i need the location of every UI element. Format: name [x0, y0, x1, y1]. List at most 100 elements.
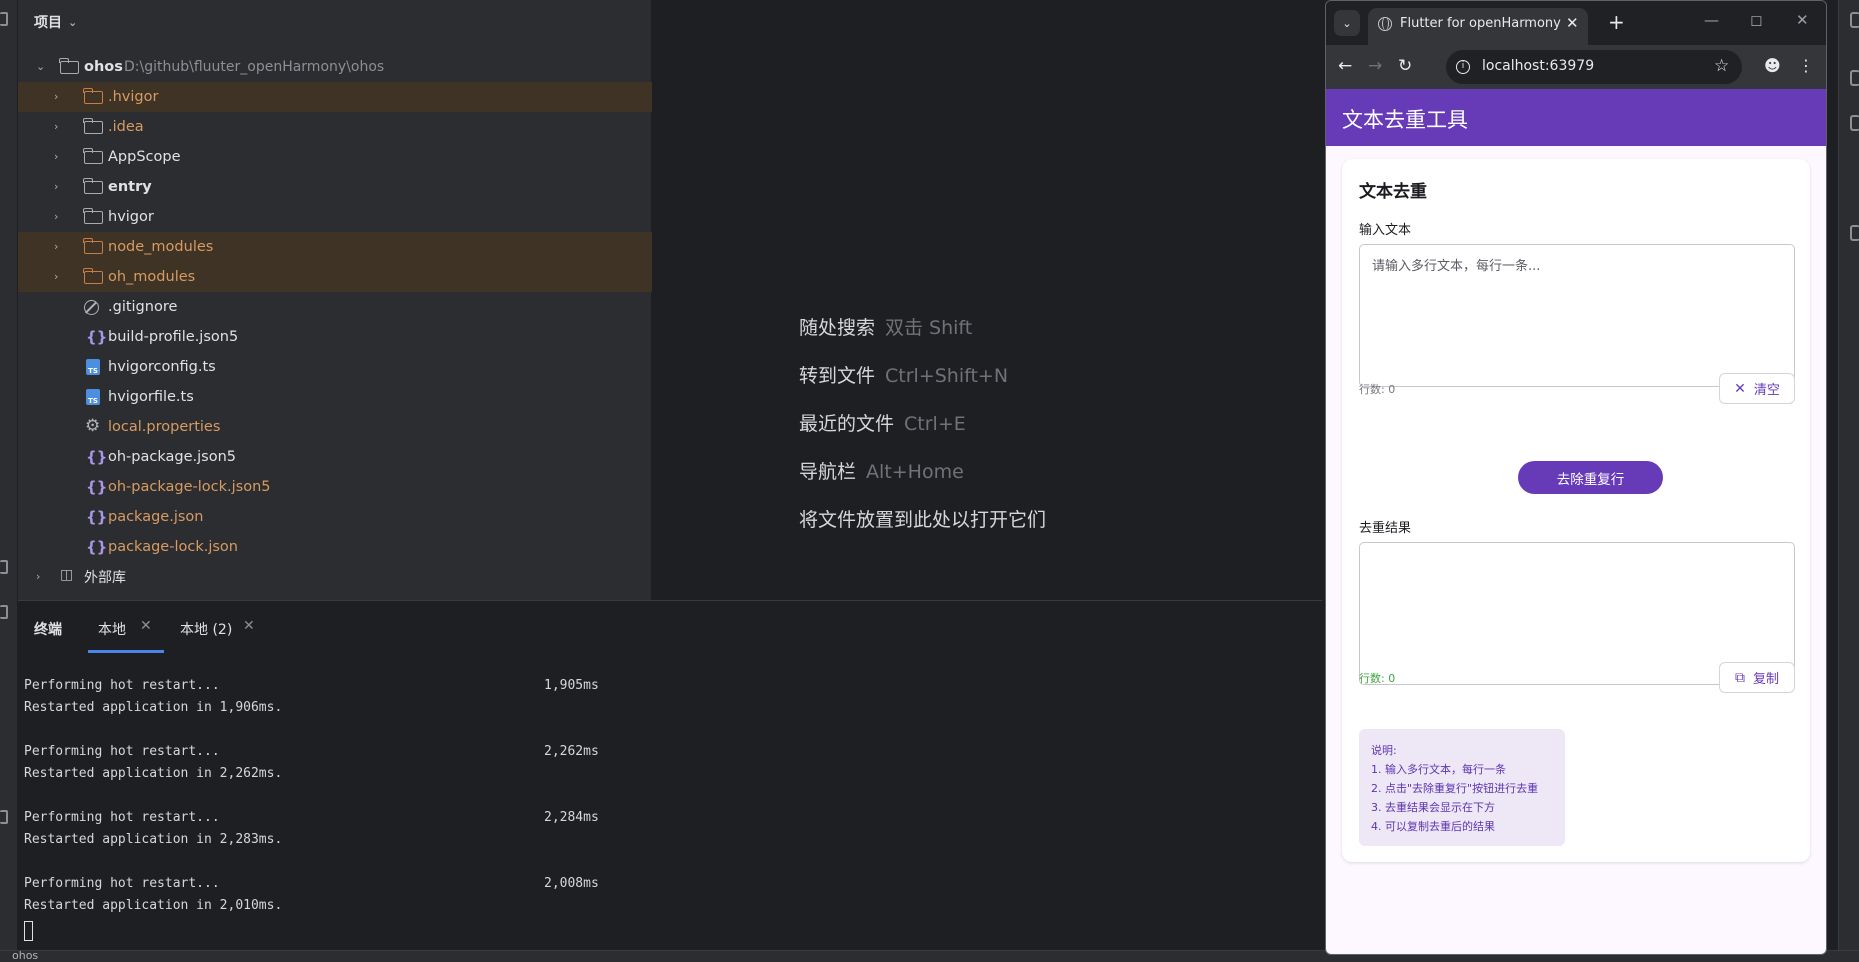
- root-name: ohos: [84, 59, 123, 75]
- chevron-right-icon[interactable]: ›: [54, 121, 64, 132]
- terminal-time: 1,905ms: [544, 678, 599, 693]
- tree-item-label: hvigor: [108, 209, 154, 225]
- excluded-folder-icon: [83, 88, 103, 104]
- hint-action: 导航栏: [799, 461, 857, 483]
- tool-icon[interactable]: [1850, 115, 1859, 131]
- tree-item-label: oh_modules: [108, 269, 196, 285]
- tool-icon[interactable]: [1850, 225, 1859, 241]
- tree-item-package-json[interactable]: {} package.json: [18, 502, 652, 532]
- chevron-right-icon[interactable]: ›: [54, 151, 64, 162]
- tree-item-external-libs[interactable]: › ◫ 外部库: [18, 562, 652, 592]
- tree-item-label: build-profile.json5: [108, 329, 239, 345]
- module-folder-icon: [83, 178, 103, 194]
- tree-item-gitignore[interactable]: .gitignore: [18, 292, 652, 322]
- terminal-panel: 终端 本地 ✕ 本地 (2) ✕ Performing hot restart.…: [18, 600, 1322, 950]
- tab-search-button[interactable]: ⌄: [1334, 10, 1360, 36]
- status-project-name[interactable]: ohos: [12, 949, 38, 962]
- input-text-field[interactable]: [1359, 244, 1795, 387]
- tree-item-idea[interactable]: › .idea: [18, 112, 652, 142]
- tool-icon[interactable]: [0, 605, 8, 619]
- input-line-count: 行数: 0: [1359, 383, 1396, 396]
- left-tool-strip: [0, 0, 18, 962]
- tree-item-hvigorconfig[interactable]: TS hvigorconfig.ts: [18, 352, 652, 382]
- input-label: 输入文本: [1359, 223, 1412, 238]
- tree-item-label: local.properties: [108, 419, 221, 435]
- chevron-right-icon[interactable]: ›: [36, 571, 46, 582]
- browser-tab[interactable]: Flutter for openHarmony ✕: [1368, 8, 1588, 45]
- maximize-icon[interactable]: ◻: [1750, 11, 1762, 29]
- profile-icon[interactable]: ☻: [1764, 56, 1781, 75]
- tree-item-label: package-lock.json: [108, 539, 238, 555]
- browser-tabbar: ⌄ Flutter for openHarmony ✕ + — ◻ ✕: [1326, 1, 1826, 45]
- forward-icon[interactable]: →: [1368, 56, 1382, 76]
- project-view-selector[interactable]: 项目 ⌄: [18, 0, 651, 44]
- tree-item-entry[interactable]: › entry: [18, 172, 652, 202]
- excluded-folder-icon: [83, 238, 103, 254]
- tree-item-appscope[interactable]: › AppScope: [18, 142, 652, 172]
- chevron-right-icon[interactable]: ›: [54, 91, 64, 102]
- instructions-box: 说明: 1. 输入多行文本，每行一条 2. 点击"去除重复行"按钮进行去重 3.…: [1359, 729, 1565, 846]
- terminal-tab-local-2[interactable]: 本地 (2): [180, 619, 232, 639]
- bookmark-star-icon[interactable]: ☆: [1714, 56, 1729, 76]
- terminal-tab-local[interactable]: 本地: [98, 619, 126, 639]
- tree-item-label: entry: [108, 179, 152, 195]
- copy-button[interactable]: ⧉ 复制: [1719, 662, 1795, 693]
- chevron-right-icon[interactable]: ›: [54, 181, 64, 192]
- tree-item-oh-package-lock[interactable]: {} oh-package-lock.json5: [18, 472, 652, 502]
- tree-item-node-modules[interactable]: › node_modules: [18, 232, 652, 262]
- typescript-file-icon: TS: [86, 389, 100, 405]
- address-bar[interactable]: i localhost:63979 ☆: [1446, 50, 1742, 84]
- tree-item-hvigorfile[interactable]: TS hvigorfile.ts: [18, 382, 652, 412]
- chevron-right-icon[interactable]: ›: [54, 241, 64, 252]
- close-window-icon[interactable]: ✕: [1796, 11, 1809, 29]
- terminal-line: Restarted application in 1,906ms.: [24, 700, 283, 715]
- tab-title: Flutter for openHarmony: [1400, 16, 1561, 31]
- tool-icon[interactable]: [0, 560, 8, 574]
- tree-item-label: oh-package-lock.json5: [108, 479, 271, 495]
- site-info-icon[interactable]: i: [1456, 60, 1470, 74]
- dedupe-button[interactable]: 去除重复行: [1518, 461, 1663, 494]
- project-tree: ⌄ ohos D:\github\fluuter_openHarmony\oho…: [18, 52, 652, 592]
- project-tool-icon[interactable]: [0, 12, 8, 26]
- terminal-tool-icon[interactable]: [0, 810, 8, 824]
- terminal-time: 2,284ms: [544, 810, 599, 825]
- tree-item-label: oh-package.json5: [108, 449, 236, 465]
- terminal-time: 2,008ms: [544, 876, 599, 891]
- browser-toolbar: ← → ↻ i localhost:63979 ☆ ☻ ⋮: [1326, 45, 1826, 89]
- folder-icon: [83, 118, 103, 134]
- input-textarea[interactable]: [1360, 245, 1794, 386]
- tree-item-oh-modules[interactable]: › oh_modules: [18, 262, 652, 292]
- chevron-down-icon[interactable]: ⌄: [36, 61, 46, 72]
- chevron-down-icon: ⌄: [68, 15, 78, 29]
- terminal-line: Restarted application in 2,010ms.: [24, 898, 283, 913]
- tree-item-local-properties[interactable]: ⚙ local.properties: [18, 412, 652, 442]
- close-tab-icon[interactable]: ✕: [1566, 14, 1579, 32]
- minimize-icon[interactable]: —: [1704, 11, 1719, 29]
- tree-item-hvigor-hidden[interactable]: › .hvigor: [18, 82, 652, 112]
- close-icon: ✕: [1734, 380, 1746, 397]
- globe-icon: [1378, 17, 1392, 31]
- reload-icon[interactable]: ↻: [1398, 56, 1412, 76]
- chevron-right-icon[interactable]: ›: [54, 211, 64, 222]
- tree-item-label: node_modules: [108, 239, 214, 255]
- hint-action: 最近的文件: [799, 413, 895, 435]
- back-icon[interactable]: ←: [1338, 56, 1352, 76]
- terminal-cursor: [24, 921, 33, 941]
- folder-icon: [83, 148, 103, 164]
- tree-item-hvigor[interactable]: › hvigor: [18, 202, 652, 232]
- new-tab-button[interactable]: +: [1608, 10, 1625, 34]
- close-icon[interactable]: ✕: [243, 618, 255, 634]
- tree-item-oh-package[interactable]: {} oh-package.json5: [18, 442, 652, 472]
- clear-button[interactable]: ✕ 清空: [1719, 373, 1795, 404]
- tree-item-package-lock[interactable]: {} package-lock.json: [18, 532, 652, 562]
- hint-shortcut: 双击 Shift: [885, 317, 973, 339]
- instruction-line: 1. 输入多行文本，每行一条: [1371, 763, 1506, 776]
- chevron-right-icon[interactable]: ›: [54, 271, 64, 282]
- terminal-line: Performing hot restart...: [24, 744, 220, 759]
- more-menu-icon[interactable]: ⋮: [1798, 56, 1814, 75]
- notifications-icon[interactable]: [1850, 12, 1859, 28]
- close-icon[interactable]: ✕: [140, 618, 152, 634]
- tree-root-ohos[interactable]: ⌄ ohos D:\github\fluuter_openHarmony\oho…: [18, 52, 652, 82]
- tree-item-build-profile[interactable]: {} build-profile.json5: [18, 322, 652, 352]
- tool-icon[interactable]: [1850, 70, 1859, 86]
